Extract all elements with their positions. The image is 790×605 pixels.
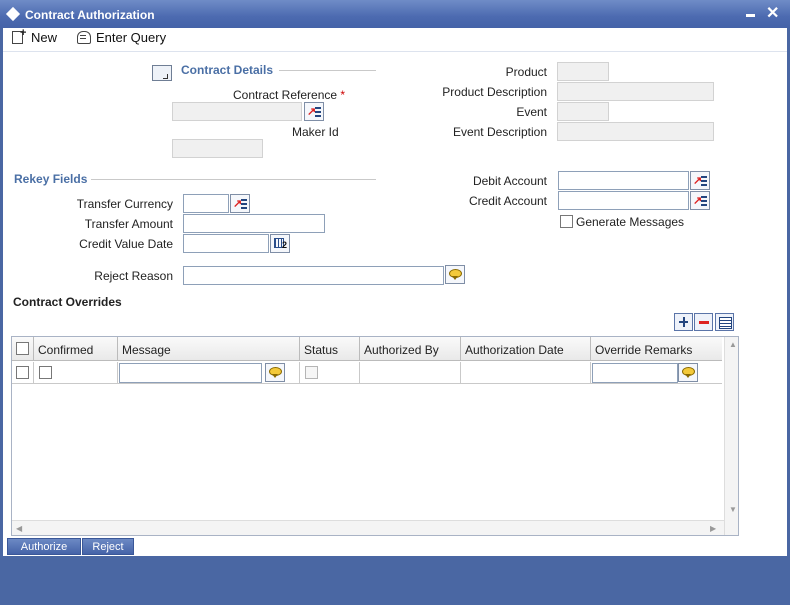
enter-query-label: Enter Query xyxy=(96,30,167,45)
product-description-field[interactable] xyxy=(557,82,714,101)
list-icon xyxy=(315,107,321,109)
contract-overrides-title: Contract Overrides xyxy=(13,295,122,309)
column-header-message[interactable]: Message xyxy=(118,337,300,361)
transfer-amount-field[interactable] xyxy=(183,214,325,233)
reject-reason-label: Reject Reason xyxy=(94,269,173,283)
reject-reason-field[interactable] xyxy=(183,266,444,285)
transfer-amount-label: Transfer Amount xyxy=(84,217,173,231)
minimize-icon[interactable] xyxy=(746,14,755,17)
override-remarks-field[interactable] xyxy=(592,363,678,383)
debit-account-label: Debit Account xyxy=(472,174,547,188)
event-description-field[interactable] xyxy=(557,122,714,141)
single-view-button[interactable] xyxy=(715,313,734,331)
contract-authorization-window: Contract Authorization ✕ New Enter Query… xyxy=(0,0,790,605)
toolbar: New Enter Query xyxy=(3,27,787,52)
generate-messages-label: Generate Messages xyxy=(576,215,685,229)
credit-value-date-label: Credit Value Date xyxy=(79,237,173,251)
maker-id-field[interactable] xyxy=(172,139,263,158)
select-all-checkbox[interactable] xyxy=(16,342,29,355)
list-icon xyxy=(701,196,707,198)
section-divider xyxy=(91,179,376,180)
product-label: Product xyxy=(505,65,547,79)
window-title: Contract Authorization xyxy=(25,8,155,22)
list-icon xyxy=(241,199,247,201)
transfer-currency-field[interactable] xyxy=(183,194,229,213)
select-all-cell xyxy=(12,337,34,361)
authorize-button[interactable]: Authorize xyxy=(7,538,81,555)
confirmed-checkbox[interactable] xyxy=(39,366,52,379)
message-editor-button[interactable] xyxy=(265,363,285,382)
bubble-tail xyxy=(452,276,458,280)
reject-reason-editor-button[interactable] xyxy=(445,265,465,284)
override-remarks-editor-button[interactable] xyxy=(678,363,698,382)
new-document-icon xyxy=(11,27,27,44)
credit-account-label: Credit Account xyxy=(468,194,547,208)
section-divider xyxy=(279,70,376,71)
credit-value-date-field[interactable] xyxy=(183,234,269,253)
overrides-grid: Confirmed Message Status Authorized By A… xyxy=(11,336,739,536)
authorization-date-cell xyxy=(461,362,591,384)
generate-messages-checkbox[interactable] xyxy=(560,215,573,228)
contract-reference-label-text: Contract Reference xyxy=(233,88,338,102)
credit-account-lov-button[interactable]: ↗ xyxy=(690,191,710,210)
message-field[interactable] xyxy=(119,363,262,383)
bubble-tail xyxy=(685,374,691,378)
credit-account-field[interactable] xyxy=(558,191,689,210)
scroll-left-icon[interactable]: ◀ xyxy=(16,524,22,533)
debit-account-field[interactable] xyxy=(558,171,689,190)
reject-button[interactable]: Reject xyxy=(82,538,134,555)
column-header-authorization-date[interactable]: Authorization Date xyxy=(461,337,591,361)
scroll-up-icon[interactable]: ▲ xyxy=(729,340,737,349)
new-label: New xyxy=(31,30,58,45)
calendar-icon-digit: 2 xyxy=(282,240,288,250)
delete-row-button[interactable] xyxy=(694,313,713,331)
product-description-label: Product Description xyxy=(442,85,547,99)
new-button[interactable]: New xyxy=(11,27,58,48)
window-menu-icon[interactable] xyxy=(5,6,21,22)
row-select-checkbox[interactable] xyxy=(16,366,29,379)
window-bottom-strip xyxy=(0,556,790,605)
maker-id-label: Maker Id xyxy=(292,125,339,139)
query-icon xyxy=(76,30,92,44)
contract-reference-label: Contract Reference * xyxy=(233,88,345,102)
status-cell xyxy=(300,362,360,384)
required-marker: * xyxy=(340,88,346,102)
status-checkbox xyxy=(305,366,318,379)
column-header-confirmed[interactable]: Confirmed xyxy=(34,337,118,361)
transfer-currency-label: Transfer Currency xyxy=(76,197,173,211)
column-header-status[interactable]: Status xyxy=(300,337,360,361)
column-header-authorized-by[interactable]: Authorized By xyxy=(360,337,461,361)
event-description-label: Event Description xyxy=(452,125,547,139)
table-row xyxy=(12,362,722,384)
event-field[interactable] xyxy=(557,102,609,121)
contract-details-title: Contract Details xyxy=(181,63,274,77)
enter-query-button[interactable]: Enter Query xyxy=(76,30,166,48)
authorized-by-cell xyxy=(360,362,461,384)
row-select-cell xyxy=(12,362,34,384)
rekey-fields-title: Rekey Fields xyxy=(14,172,88,186)
main-panel: New Enter Query Contract Details Contrac… xyxy=(3,27,787,556)
bubble-tail xyxy=(272,374,278,378)
contract-reference-field[interactable] xyxy=(172,102,302,121)
close-icon[interactable]: ✕ xyxy=(766,3,779,23)
scroll-right-icon[interactable]: ▶ xyxy=(710,524,716,533)
confirmed-cell xyxy=(34,362,118,384)
message-cell xyxy=(118,362,300,384)
column-header-override-remarks[interactable]: Override Remarks xyxy=(591,337,722,361)
grid-header: Confirmed Message Status Authorized By A… xyxy=(12,337,722,361)
override-remarks-cell xyxy=(591,362,722,384)
scroll-down-icon[interactable]: ▼ xyxy=(729,505,737,514)
contract-reference-lov-button[interactable]: ↗ xyxy=(304,102,324,121)
title-bar: Contract Authorization ✕ xyxy=(0,0,790,28)
transfer-currency-lov-button[interactable]: ↗ xyxy=(230,194,250,213)
product-field[interactable] xyxy=(557,62,609,81)
horizontal-scrollbar[interactable]: ◀ ▶ xyxy=(12,520,724,535)
contract-details-icon[interactable] xyxy=(152,65,172,81)
vertical-scrollbar[interactable]: ▲ ▼ xyxy=(724,337,738,535)
list-icon xyxy=(701,176,707,178)
calendar-button[interactable]: 2 xyxy=(270,234,290,253)
add-row-button[interactable] xyxy=(674,313,693,331)
event-label: Event xyxy=(516,105,547,119)
debit-account-lov-button[interactable]: ↗ xyxy=(690,171,710,190)
